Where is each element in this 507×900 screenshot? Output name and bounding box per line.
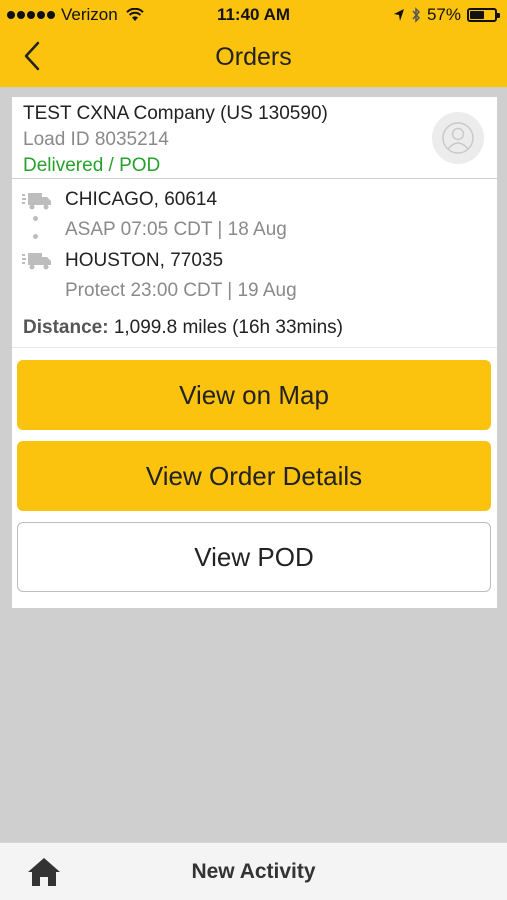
page-title: Orders [215,43,292,71]
bottom-tab-bar: New Activity [0,842,507,900]
destination-city: HOUSTON, 77035 [65,250,224,271]
distance-label: Distance: [23,317,109,338]
bluetooth-icon [412,7,420,23]
destination-time: Protect 23:00 CDT | 19 Aug [65,280,297,301]
battery-level [470,11,484,19]
order-status: Delivered / POD [23,155,161,176]
location-arrow-icon [393,9,404,21]
origin-city: CHICAGO, 60614 [65,189,218,210]
route-connector [33,216,39,246]
battery-percent: 57% [426,5,461,24]
view-pod-button[interactable]: View POD [17,522,491,592]
origin-time: ASAP 07:05 CDT | 18 Aug [65,219,287,240]
order-card: TEST CXNA Company (US 130590) Load ID 80… [12,97,497,608]
battery-icon [467,8,500,22]
company-name: TEST CXNA Company (US 130590) [23,103,328,124]
status-right: 57% [393,5,500,25]
order-header[interactable]: TEST CXNA Company (US 130590) Load ID 80… [12,97,497,179]
nav-bar: Orders [0,30,507,87]
user-avatar-icon [432,112,484,164]
view-on-map-button[interactable]: View on Map [17,360,491,430]
new-activity-button[interactable]: New Activity [0,860,507,884]
route-section: CHICAGO, 60614 ASAP 07:05 CDT | 18 Aug H… [12,180,497,348]
load-id: Load ID 8035214 [23,129,169,150]
distance-row: Distance: 1,099.8 miles (16h 33mins) [23,317,343,339]
status-bar: Verizon 11:40 AM 57% [0,0,507,30]
origin-truck-icon [22,193,51,210]
distance-value: 1,099.8 miles (16h 33mins) [113,317,343,338]
view-order-details-button[interactable]: View Order Details [17,441,491,511]
destination-truck-icon [22,253,51,270]
app-header: Verizon 11:40 AM 57% Orders [0,0,507,87]
